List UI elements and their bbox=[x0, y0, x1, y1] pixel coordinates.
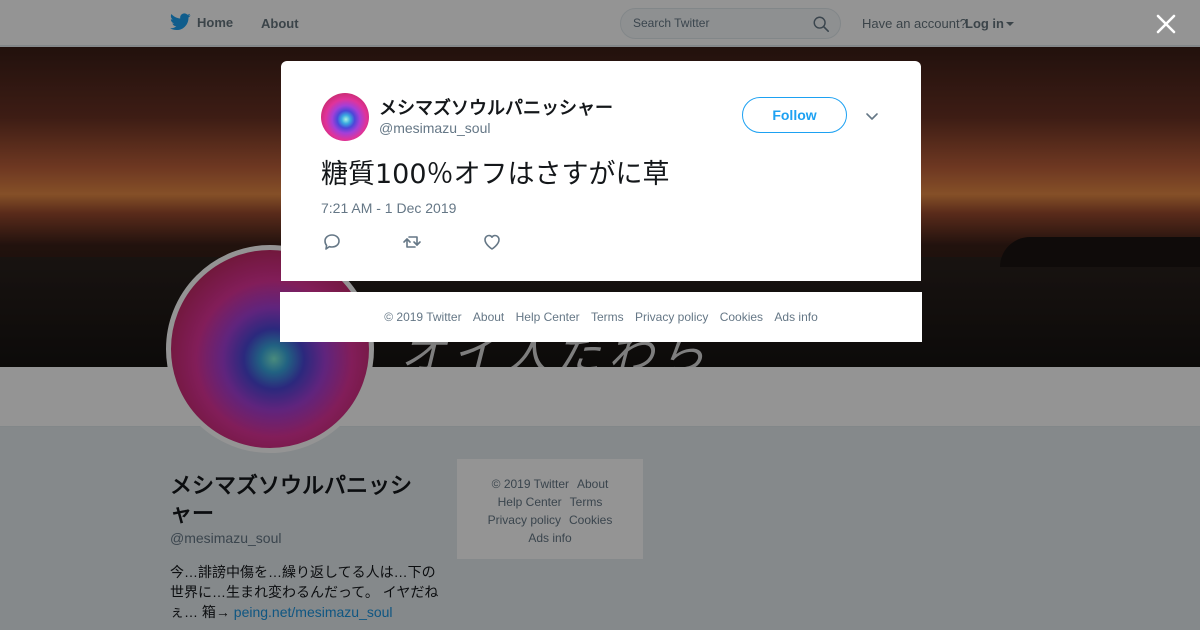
modal-footer-help[interactable]: Help Center bbox=[516, 310, 580, 324]
like-icon[interactable] bbox=[481, 231, 503, 253]
tweet-author-handle[interactable]: @mesimazu_soul bbox=[379, 120, 490, 136]
tweet-author-name[interactable]: メシマズソウルパニッシャー bbox=[379, 94, 613, 120]
modal-footer-ads[interactable]: Ads info bbox=[774, 310, 817, 324]
retweet-icon[interactable] bbox=[401, 231, 423, 253]
tweet-modal: メシマズソウルパニッシャー @mesimazu_soul Follow 糖質10… bbox=[281, 61, 921, 281]
modal-footer-privacy[interactable]: Privacy policy bbox=[635, 310, 708, 324]
tweet-text: 糖質100％オフはさすがに草 bbox=[321, 159, 670, 190]
close-icon[interactable] bbox=[1154, 12, 1178, 36]
reply-icon[interactable] bbox=[321, 231, 343, 253]
follow-button[interactable]: Follow bbox=[742, 97, 847, 133]
modal-footer-about[interactable]: About bbox=[473, 310, 504, 324]
tweet-author-avatar[interactable] bbox=[321, 93, 369, 141]
modal-footer-copyright: © 2019 Twitter bbox=[384, 310, 462, 324]
modal-footer: © 2019 Twitter About Help Center Terms P… bbox=[280, 292, 922, 342]
modal-footer-cookies[interactable]: Cookies bbox=[720, 310, 763, 324]
tweet-timestamp[interactable]: 7:21 AM - 1 Dec 2019 bbox=[321, 200, 456, 216]
chevron-down-icon[interactable] bbox=[863, 107, 881, 125]
modal-footer-terms[interactable]: Terms bbox=[591, 310, 624, 324]
